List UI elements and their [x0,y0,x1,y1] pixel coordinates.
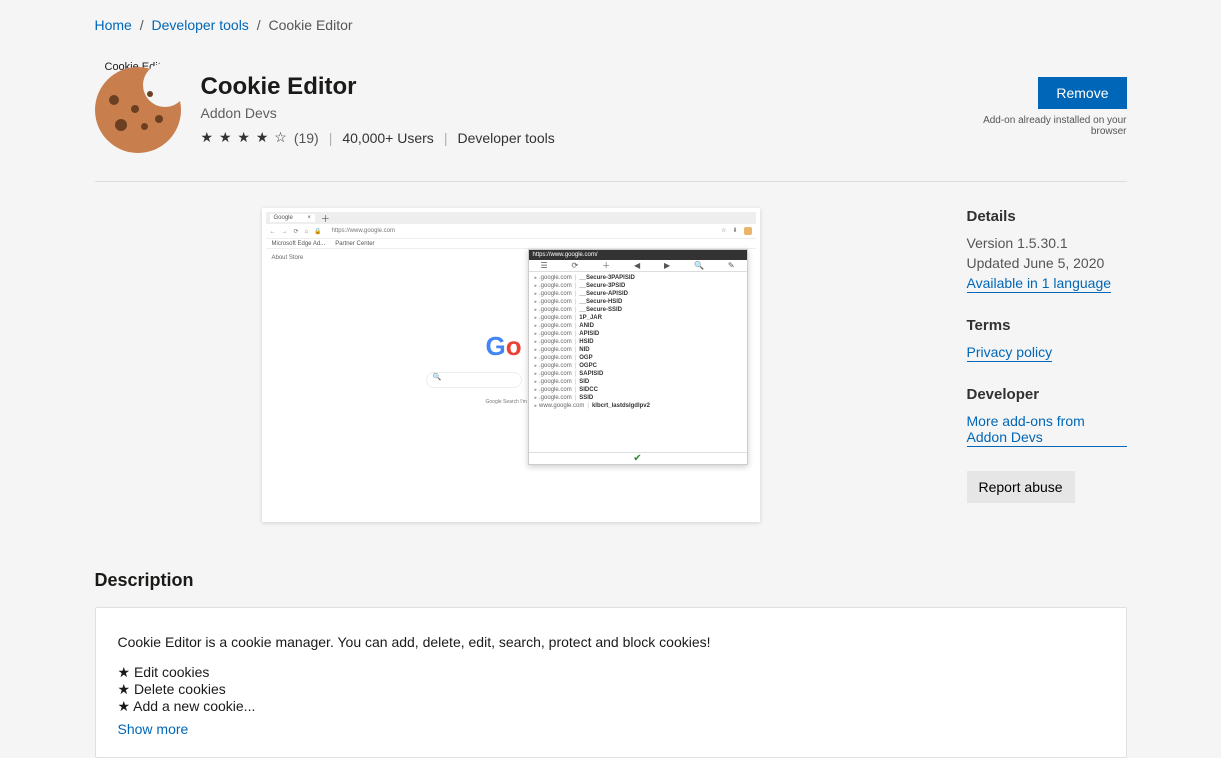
checkmark-icon: ✔ [529,452,747,464]
description-card: Cookie Editor is a cookie manager. You c… [95,607,1127,758]
installed-note: Add-on already installed on your browser [967,115,1127,137]
remove-button[interactable]: Remove [1038,77,1126,109]
report-abuse-button[interactable]: Report abuse [967,471,1075,503]
extension-icon [95,67,181,153]
breadcrumb-category[interactable]: Developer tools [152,17,249,33]
terms-heading: Terms [967,317,1127,334]
privacy-link[interactable]: Privacy policy [967,344,1053,362]
more-addons-link[interactable]: More add-ons from Addon Devs [967,413,1127,447]
google-searchbox [426,372,522,388]
author-name: Addon Devs [201,105,967,121]
rating-stars[interactable]: ★ ★ ★ ★ ☆ [201,129,288,146]
google-nav: About Store [272,255,304,261]
breadcrumb: Home / Developer tools / Cookie Editor [95,0,1127,45]
feature-line: ★ Add a new cookie... [118,698,1104,715]
feature-line: ★ Edit cookies [118,664,1104,681]
bookmark-item: Partner Center [335,241,374,247]
version-text: Version 1.5.30.1 [967,235,1127,251]
details-heading: Details [967,208,1127,225]
updated-text: Updated June 5, 2020 [967,255,1127,271]
feature-line: ★ Delete cookies [118,681,1104,698]
user-count: 40,000+ Users [342,130,433,146]
bookmark-item: Microsoft Edge Ad... [272,241,326,247]
show-more-link[interactable]: Show more [118,721,189,737]
rating-count: (19) [294,130,319,146]
preview-url: https://www.google.com [332,228,721,234]
cookie-popup: https://www.google.com/ ☰⟳＋◀▶🔍✎ ▸.google… [528,249,748,465]
breadcrumb-current: Cookie Editor [268,17,352,33]
popup-title: https://www.google.com/ [529,250,747,260]
google-logo: Go [486,331,522,362]
extension-toolbar-icon [744,227,752,235]
category-link[interactable]: Developer tools [457,130,554,146]
developer-heading: Developer [967,386,1127,403]
description-intro: Cookie Editor is a cookie manager. You c… [118,634,1104,650]
divider [95,181,1127,182]
plus-icon: ＋ [321,212,330,225]
breadcrumb-home[interactable]: Home [95,17,132,33]
preview-tab: Google [270,214,315,222]
description-heading: Description [95,570,1127,591]
page-title: Cookie Editor [201,73,967,101]
screenshot-preview[interactable]: Google ＋ ←→⟳⌂🔒 https://www.google.com ☆⬇… [262,208,760,522]
language-link[interactable]: Available in 1 language [967,275,1112,293]
